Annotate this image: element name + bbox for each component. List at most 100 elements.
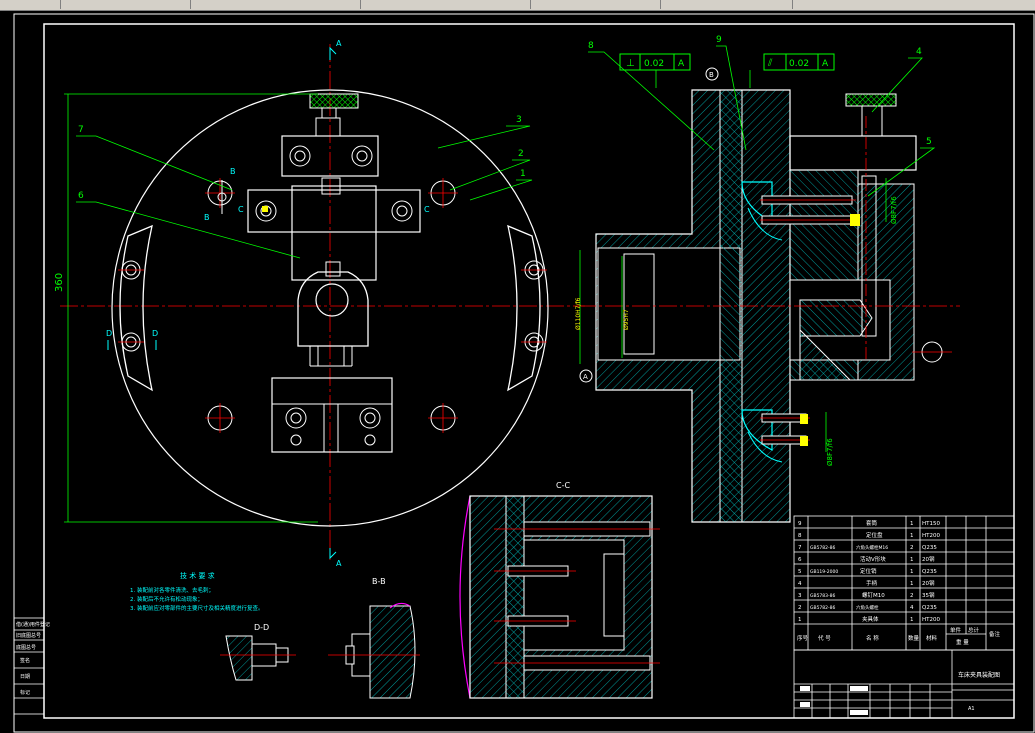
svg-text:代 号: 代 号 xyxy=(818,634,831,642)
knurled-knob-side xyxy=(845,93,897,107)
arc-slot-right xyxy=(507,224,541,392)
svg-text:技 术 要 求: 技 术 要 求 xyxy=(180,571,215,580)
svg-text:数量: 数量 xyxy=(908,634,920,642)
balloon-3: 3 xyxy=(516,115,522,125)
svg-text:定位销: 定位销 xyxy=(860,567,877,575)
section-bb-view xyxy=(328,602,420,699)
tech-requirements: 技 术 要 求 1. 装配前对各零件清洗、去毛刺； 2. 装配后不允许有松动现象… xyxy=(130,571,264,612)
section-dd-view xyxy=(220,635,296,681)
toolbar-segment[interactable] xyxy=(200,0,361,9)
svg-text:35钢: 35钢 xyxy=(922,591,935,599)
svg-text:材料: 材料 xyxy=(926,634,938,642)
balloon-1: 1 xyxy=(520,169,526,179)
sheet-size: A1 xyxy=(968,706,975,712)
section-dd-title: D-D xyxy=(254,623,269,632)
svg-text:4: 4 xyxy=(910,605,914,611)
side-tag-text: 底图总号 xyxy=(16,644,36,651)
svg-text:夹具体: 夹具体 xyxy=(862,615,879,623)
dim-360 xyxy=(64,93,318,523)
svg-text:20钢: 20钢 xyxy=(922,579,935,587)
svg-text:6: 6 xyxy=(798,557,802,563)
svg-text:Q235: Q235 xyxy=(922,569,937,575)
section-d-right: D xyxy=(152,329,158,338)
svg-text:4: 4 xyxy=(798,581,802,587)
svg-text:HT200: HT200 xyxy=(922,617,940,623)
svg-text:8: 8 xyxy=(798,533,802,539)
balloon-2: 2 xyxy=(518,149,524,159)
bom-rows: 9 套筒 1 HT150 8 定位盘 1 HT200 7 GB5782-86 六… xyxy=(797,519,1001,646)
fit-lower-text: Ø8F7/f6 xyxy=(826,438,834,466)
svg-text:20钢: 20钢 xyxy=(922,555,935,563)
section-cc-title: C-C xyxy=(556,481,570,490)
svg-text:序号: 序号 xyxy=(797,634,809,642)
side-tag-text: 标记 xyxy=(20,689,30,696)
toolbar-segment[interactable] xyxy=(60,0,191,9)
svg-text:Q235: Q235 xyxy=(922,545,937,551)
side-tag-text: 日期 xyxy=(20,674,30,680)
balloon-9: 9 xyxy=(716,35,722,45)
svg-text:1: 1 xyxy=(910,617,914,623)
svg-text:7: 7 xyxy=(798,545,802,551)
toolbar-segment[interactable] xyxy=(362,0,531,9)
svg-text:GB5783-86: GB5783-86 xyxy=(810,593,836,599)
cad-drawing-canvas[interactable]: 借(通)用件登记 旧底图总号 底图总号 签名 日期 标记 360 7 6 3 2… xyxy=(0,10,1035,733)
svg-text:2: 2 xyxy=(798,605,802,611)
svg-text:1: 1 xyxy=(910,521,914,527)
side-tag-text: 借(通)用件登记 xyxy=(16,621,50,628)
svg-text:HT150: HT150 xyxy=(922,521,940,527)
toolbar-segment[interactable] xyxy=(0,0,61,9)
arc-slot-left xyxy=(119,224,153,392)
front-view xyxy=(60,44,585,560)
balloon-8: 8 xyxy=(588,41,594,51)
svg-text:名 称: 名 称 xyxy=(866,634,879,642)
svg-text:手柄: 手柄 xyxy=(866,579,878,587)
svg-text:GB5782-86: GB5782-86 xyxy=(810,605,836,611)
svg-text:2. 装配后不允许有松动现象；: 2. 装配后不允许有松动现象； xyxy=(130,595,203,603)
svg-text:备注: 备注 xyxy=(989,630,1001,638)
svg-text:⫽: ⫽ xyxy=(767,58,773,69)
balloon-7: 7 xyxy=(78,125,84,135)
svg-text:9: 9 xyxy=(798,521,802,527)
dim-360-text: 360 xyxy=(54,273,65,292)
svg-text:1: 1 xyxy=(798,617,802,623)
svg-text:2: 2 xyxy=(910,593,914,599)
svg-text:六角头螺栓: 六角头螺栓 xyxy=(856,604,879,611)
knurled-knob-front xyxy=(309,93,359,109)
balloon-5: 5 xyxy=(926,137,932,147)
section-a-bottom: A xyxy=(336,559,342,568)
toolbar-segment[interactable] xyxy=(530,0,661,9)
svg-text:A: A xyxy=(678,59,685,69)
datum-b-label: B xyxy=(709,71,714,79)
gdt-frame-perpendicularity: ⊥ 0.02 A xyxy=(619,53,691,71)
section-b-top: B xyxy=(230,167,236,176)
svg-text:HT200: HT200 xyxy=(922,533,940,539)
balloon-6: 6 xyxy=(78,191,84,201)
svg-text:0.02: 0.02 xyxy=(789,59,809,69)
svg-text:单件: 单件 xyxy=(950,626,962,634)
svg-text:螺钉M10: 螺钉M10 xyxy=(862,591,885,599)
side-section-view xyxy=(578,89,960,523)
svg-text:总计: 总计 xyxy=(968,626,980,634)
svg-text:GB119-2000: GB119-2000 xyxy=(810,569,838,575)
svg-text:Q235: Q235 xyxy=(922,605,937,611)
balloon-4: 4 xyxy=(916,47,922,57)
svg-text:3: 3 xyxy=(798,593,802,599)
svg-text:1: 1 xyxy=(910,557,914,563)
side-tag-text: 签名 xyxy=(20,657,30,664)
v-block xyxy=(297,271,369,347)
dim-bore-text: Ø95H7 xyxy=(623,309,630,330)
drawing-name: 车床夹具装配图 xyxy=(958,671,1000,679)
side-tag-text: 旧底图总号 xyxy=(16,632,41,639)
toolbar-segment[interactable] xyxy=(662,0,793,9)
svg-text:六角头螺栓M16: 六角头螺栓M16 xyxy=(856,544,888,551)
svg-text:定位盘: 定位盘 xyxy=(866,531,883,539)
section-bb-title: B-B xyxy=(372,577,386,586)
section-c-right: C xyxy=(424,205,430,214)
section-cc-view xyxy=(459,495,660,699)
svg-text:2: 2 xyxy=(910,545,914,551)
section-a-top: A xyxy=(336,39,342,48)
section-d-left: D xyxy=(106,329,112,338)
fit-upper-text: Ø8F7/f6 xyxy=(890,196,898,224)
leaders-front xyxy=(76,125,533,259)
bom-table xyxy=(793,515,1015,651)
